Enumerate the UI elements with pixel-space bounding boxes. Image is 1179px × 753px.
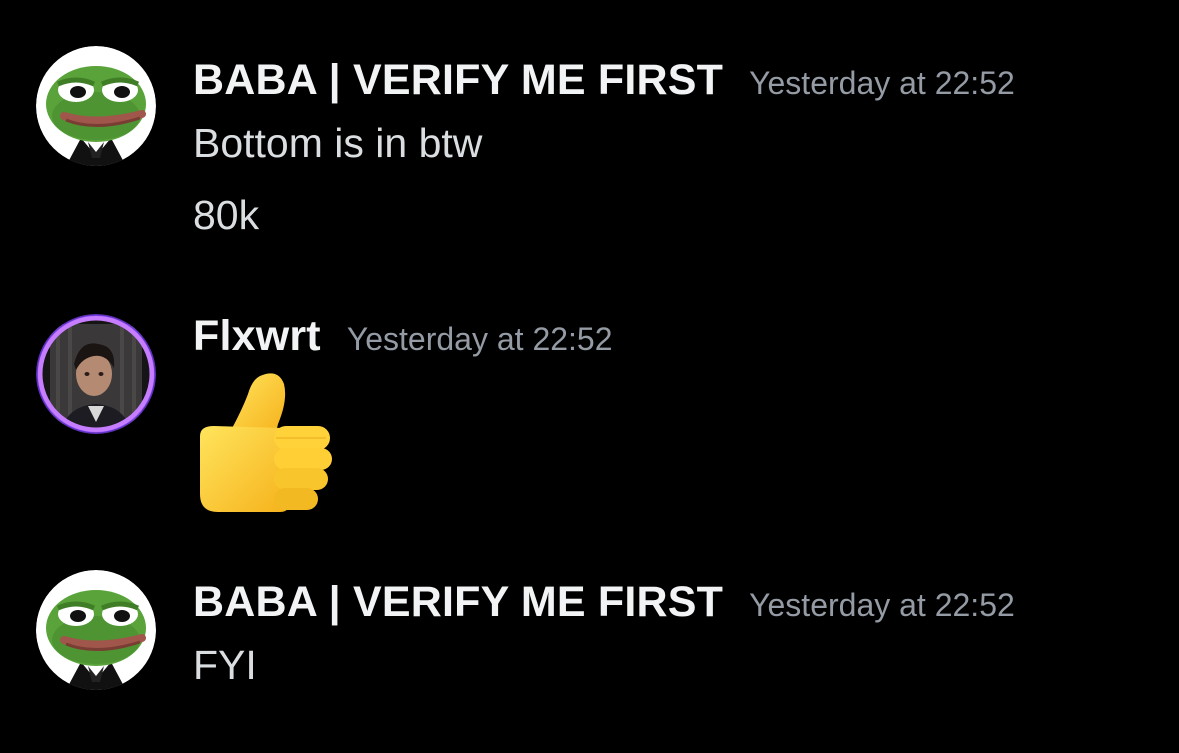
timestamp[interactable]: Yesterday at 22:52 [749, 65, 1015, 102]
message-header: Flxwrt Yesterday at 22:52 [193, 312, 613, 361]
username[interactable]: BABA | VERIFY ME FIRST [193, 578, 723, 627]
thumbs-up-emoji-icon[interactable] [190, 366, 335, 521]
username[interactable]: BABA | VERIFY ME FIRST [193, 56, 723, 105]
pepe-frog-avatar[interactable] [36, 46, 156, 166]
message-group-1: BABA | VERIFY ME FIRST Yesterday at 22:5… [0, 0, 1179, 260]
message-header: BABA | VERIFY ME FIRST Yesterday at 22:5… [193, 56, 1015, 105]
profile-photo-avatar[interactable] [36, 314, 156, 434]
message-text: Bottom is in btw [193, 120, 483, 166]
message-group-3: BABA | VERIFY ME FIRST Yesterday at 22:5… [0, 540, 1179, 753]
message-text: FYI [193, 642, 257, 688]
timestamp[interactable]: Yesterday at 22:52 [347, 321, 613, 358]
username[interactable]: Flxwrt [193, 312, 321, 361]
message-text: 80k [193, 192, 260, 238]
timestamp[interactable]: Yesterday at 22:52 [749, 587, 1015, 624]
pepe-frog-avatar[interactable] [36, 570, 156, 690]
message-header: BABA | VERIFY ME FIRST Yesterday at 22:5… [193, 578, 1015, 627]
message-group-2: Flxwrt Yesterday at 22:52 [0, 300, 1179, 530]
